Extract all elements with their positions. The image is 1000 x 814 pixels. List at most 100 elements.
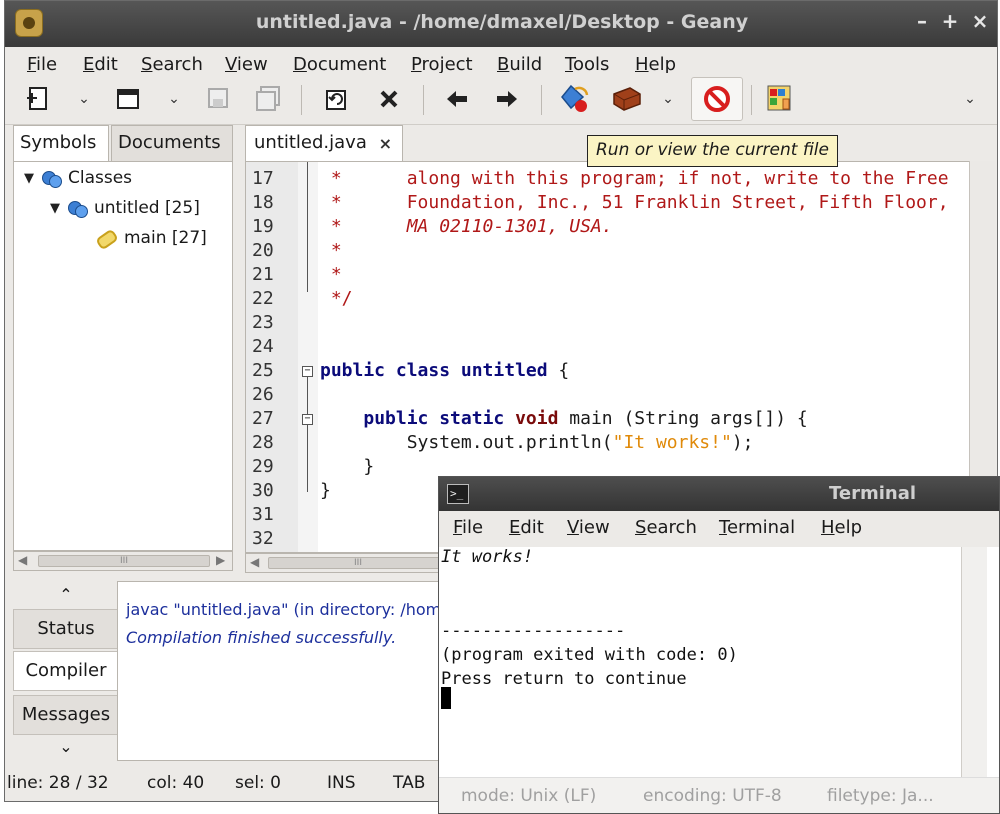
tab-label: untitled.java (254, 132, 367, 153)
code-line: * along with this program; if not, write… (320, 168, 949, 189)
terminal-line: (program exited with code: 0) (441, 645, 738, 665)
fold-line (307, 377, 308, 492)
terminal-title-bar[interactable]: >_ Terminal (439, 477, 999, 511)
scrollbar-thumb[interactable]: III (38, 555, 210, 567)
build-dropdown[interactable]: ⌄ (659, 87, 677, 111)
new-file-icon[interactable] (21, 81, 57, 117)
fold-toggle-icon[interactable]: − (302, 366, 313, 377)
toolbar-overflow-button[interactable]: ⌄ (961, 87, 979, 111)
toolbar-separator (423, 85, 424, 115)
reload-icon[interactable] (319, 81, 355, 117)
status-selection: sel: 0 (235, 773, 281, 793)
tab-compiler[interactable]: Compiler (13, 651, 119, 691)
stop-icon (704, 86, 730, 112)
terminal-icon: >_ (447, 484, 469, 504)
editor-vertical-scrollbar[interactable] (969, 161, 995, 481)
scrollbar-thumb[interactable]: III (268, 557, 448, 569)
code-line: } (320, 480, 331, 501)
tab-status[interactable]: Status (13, 609, 119, 649)
tab-scroll-up-icon[interactable]: ⌃ (13, 585, 119, 607)
line-number: 24 (252, 336, 274, 357)
maximize-button[interactable]: + (937, 9, 963, 37)
terminal-menu-bar: File Edit View Search Terminal Help (439, 511, 999, 547)
editor-horizontal-scrollbar[interactable]: ◀ III (245, 553, 455, 573)
tab-documents[interactable]: Documents (111, 125, 233, 161)
build-icon[interactable] (609, 81, 645, 117)
run-tooltip: Run or view the current file (587, 135, 838, 167)
tab-messages[interactable]: Messages (13, 695, 119, 735)
code-line: * (320, 240, 342, 261)
tree-item-classes[interactable]: ▼ Classes (24, 168, 132, 188)
line-number: 21 (252, 264, 274, 285)
open-file-icon[interactable] (111, 81, 147, 117)
terminal-line: It works! (441, 547, 534, 567)
title-bar[interactable]: untitled.java - /home/dmaxel/Desktop - G… (5, 1, 997, 47)
menu-tools[interactable]: Tools (565, 54, 609, 75)
terminal-window: >_ Terminal File Edit View Search Termin… (438, 476, 1000, 814)
code-line: public class untitled { (320, 360, 570, 381)
toolbar-separator (751, 85, 752, 115)
open-file-dropdown[interactable]: ⌄ (165, 87, 183, 111)
code-line: * MA 02110-1301, USA. (320, 216, 613, 237)
code-line: } (320, 456, 375, 477)
back-icon[interactable] (439, 81, 475, 117)
menu-file[interactable]: File (27, 54, 57, 75)
scroll-right-icon[interactable]: ▶ (216, 553, 225, 567)
line-number: 29 (252, 456, 274, 477)
terminal-menu-terminal[interactable]: Terminal (719, 517, 795, 538)
menu-edit[interactable]: Edit (83, 54, 118, 75)
menu-search[interactable]: Search (141, 54, 203, 75)
close-window-button[interactable]: × (967, 9, 993, 37)
new-file-dropdown[interactable]: ⌄ (75, 87, 93, 111)
menu-build[interactable]: Build (497, 54, 542, 75)
terminal-menu-search[interactable]: Search (635, 517, 697, 538)
line-number: 23 (252, 312, 274, 333)
menu-project[interactable]: Project (411, 54, 473, 75)
code-line: * Foundation, Inc., 51 Franklin Street, … (320, 192, 949, 213)
sidebar-horizontal-scrollbar[interactable]: ◀ III ▶ (13, 551, 233, 571)
terminal-line: Press return to continue (441, 669, 687, 689)
compile-icon[interactable] (557, 81, 593, 117)
tab-symbols[interactable]: Symbols (13, 125, 109, 161)
menu-document[interactable]: Document (293, 54, 386, 75)
message-tabs: ⌃ Status Compiler Messages ⌄ (13, 581, 119, 761)
line-number: 20 (252, 240, 274, 261)
close-tab-icon[interactable]: × (379, 134, 392, 153)
code-line: * (320, 264, 342, 285)
tab-untitled-java[interactable]: untitled.java × (245, 125, 403, 163)
terminal-menu-view[interactable]: View (567, 517, 610, 538)
expander-icon[interactable]: ▼ (50, 201, 68, 216)
line-number: 17 (252, 168, 274, 189)
terminal-scrollbar[interactable] (961, 547, 987, 813)
minimize-button[interactable]: – (909, 9, 935, 37)
save-icon[interactable] (201, 81, 237, 117)
forward-icon[interactable] (489, 81, 525, 117)
line-number: 32 (252, 528, 274, 549)
line-number: 26 (252, 384, 274, 405)
terminal-menu-help[interactable]: Help (821, 517, 862, 538)
color-chooser-icon[interactable] (763, 81, 799, 117)
expander-icon[interactable]: ▼ (24, 171, 42, 186)
terminal-menu-file[interactable]: File (453, 517, 483, 538)
close-file-icon[interactable] (371, 81, 407, 117)
tree-item-main[interactable]: main [27] (96, 228, 207, 248)
scroll-left-icon[interactable]: ◀ (18, 553, 27, 567)
tab-scroll-down-icon[interactable]: ⌄ (13, 737, 119, 759)
line-number: 22 (252, 288, 274, 309)
line-number-gutter: 17 18 19 20 21 22 23 24 25 26 27 28 29 3… (246, 162, 298, 552)
code-line: System.out.println("It works!"); (320, 432, 754, 453)
save-all-icon[interactable] (251, 81, 287, 117)
symbol-tree: ▼ Classes ▼ untitled [25] main [27] (13, 161, 233, 551)
menu-view[interactable]: View (225, 54, 268, 75)
status-column: col: 40 (147, 773, 205, 793)
terminal-output[interactable]: It works! ------------------ (program ex… (439, 547, 999, 813)
window-title: untitled.java - /home/dmaxel/Desktop - G… (255, 11, 749, 33)
fold-toggle-icon[interactable]: − (302, 414, 313, 425)
tree-item-untitled[interactable]: ▼ untitled [25] (50, 198, 200, 218)
menu-help[interactable]: Help (635, 54, 676, 75)
run-button[interactable] (691, 77, 743, 121)
class-icon (42, 169, 62, 188)
scroll-left-icon[interactable]: ◀ (250, 555, 259, 569)
terminal-title: Terminal (829, 483, 917, 504)
terminal-menu-edit[interactable]: Edit (509, 517, 544, 538)
